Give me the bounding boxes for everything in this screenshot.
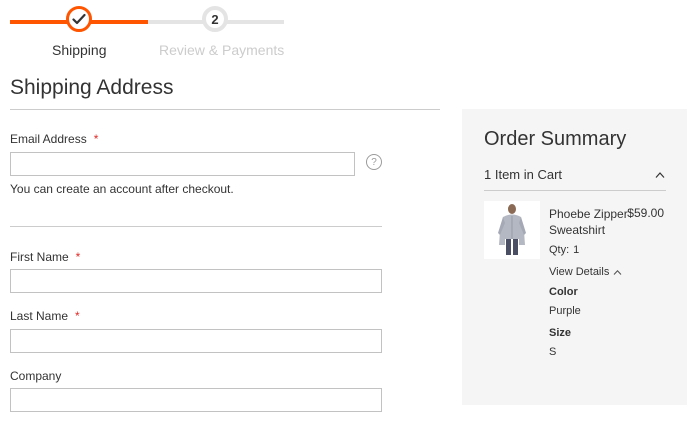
section-divider (10, 226, 382, 227)
option-value-color: Purple (549, 305, 581, 317)
chevron-up-icon[interactable] (655, 171, 665, 179)
required-marker: * (75, 250, 81, 264)
product-quantity: Qty: 1 (549, 244, 580, 256)
order-summary-panel: Order Summary 1 Item in Cart Phoebe Zipp… (462, 109, 687, 405)
cart-divider (484, 190, 666, 191)
title-divider (10, 109, 440, 110)
step-review-payments-label: Review & Payments (159, 42, 285, 58)
company-field[interactable] (10, 388, 382, 412)
checkout-progress-bar: 2 Shipping Review & Payments (0, 0, 300, 62)
first-name-field[interactable] (10, 269, 382, 293)
step-review-circle: 2 (202, 6, 228, 32)
product-price: $59.00 (627, 206, 664, 220)
product-thumbnail[interactable] (484, 201, 540, 259)
checkmark-icon (72, 13, 86, 25)
step-shipping-label[interactable]: Shipping (52, 42, 107, 58)
product-name: Phoebe Zipper Sweatshirt (549, 207, 628, 237)
required-marker: * (93, 132, 99, 146)
step-number: 2 (211, 11, 219, 27)
view-details-label: View Details (549, 266, 610, 278)
question-mark-icon[interactable]: ? (366, 154, 382, 170)
product-image-sweatshirt (498, 204, 526, 255)
first-name-label: First Name * (10, 250, 81, 264)
email-field[interactable] (10, 152, 355, 176)
account-note: You can create an account after checkout… (10, 182, 234, 196)
last-name-field[interactable] (10, 329, 382, 353)
view-details-toggle[interactable]: View Details (549, 266, 622, 278)
order-summary-title: Order Summary (484, 128, 627, 150)
chevron-up-icon (613, 269, 622, 275)
option-label-size: Size (549, 327, 572, 339)
page-title: Shipping Address (10, 76, 174, 99)
required-marker: * (75, 309, 80, 323)
company-label: Company (10, 369, 62, 383)
last-name-label: Last Name * (10, 309, 80, 323)
email-label: Email Address * (10, 132, 99, 146)
items-in-cart-toggle[interactable]: 1 Item in Cart (484, 167, 562, 182)
option-value-size: S (549, 346, 557, 358)
step-shipping-circle (66, 6, 92, 32)
option-label-color: Color (549, 286, 578, 298)
